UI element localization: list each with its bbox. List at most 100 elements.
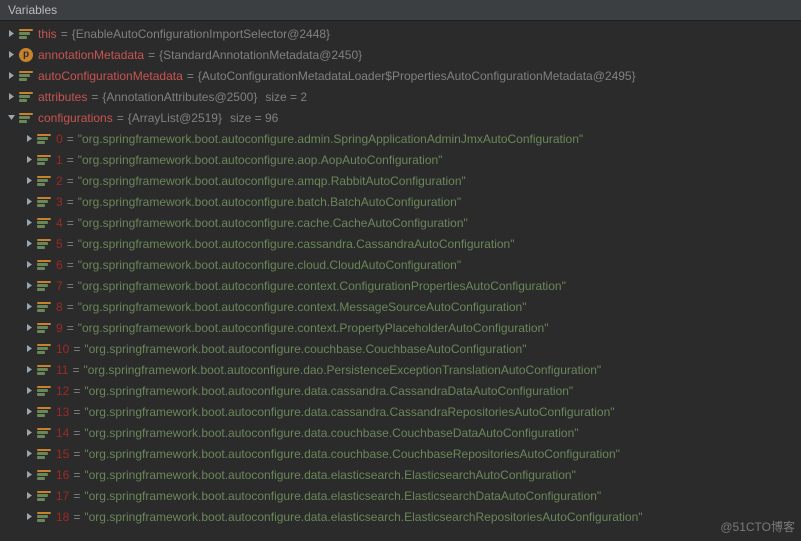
list-item[interactable]: 7="org.springframework.boot.autoconfigur…	[0, 275, 801, 296]
object-icon	[37, 302, 51, 312]
variable-name: configurations	[38, 111, 113, 125]
expand-arrow-icon[interactable]	[6, 71, 16, 81]
equals-sign: =	[73, 447, 80, 461]
expand-arrow-icon[interactable]	[24, 197, 34, 207]
item-index: 0	[56, 132, 63, 146]
variable-row[interactable]: attributes={AnnotationAttributes@2500} s…	[0, 86, 801, 107]
watermark: @51CTO博客	[720, 518, 795, 535]
variable-name: attributes	[38, 90, 87, 104]
object-icon	[37, 407, 51, 417]
equals-sign: =	[73, 405, 80, 419]
item-value: "org.springframework.boot.autoconfigure.…	[84, 384, 573, 398]
variable-value: {ArrayList@2519}	[128, 111, 222, 125]
equals-sign: =	[73, 510, 80, 524]
equals-sign: =	[187, 69, 194, 83]
variable-row[interactable]: pannotationMetadata={StandardAnnotationM…	[0, 44, 801, 65]
item-index: 16	[56, 468, 69, 482]
property-icon: p	[19, 48, 33, 62]
expand-arrow-icon[interactable]	[24, 239, 34, 249]
expand-arrow-icon[interactable]	[24, 176, 34, 186]
expand-arrow-icon[interactable]	[24, 365, 34, 375]
item-value: "org.springframework.boot.autoconfigure.…	[83, 363, 601, 377]
object-icon	[37, 386, 51, 396]
item-index: 8	[56, 300, 63, 314]
list-item[interactable]: 12="org.springframework.boot.autoconfigu…	[0, 380, 801, 401]
expand-arrow-icon[interactable]	[24, 512, 34, 522]
expand-arrow-icon[interactable]	[24, 260, 34, 270]
item-index: 18	[56, 510, 69, 524]
item-value: "org.springframework.boot.autoconfigure.…	[84, 426, 578, 440]
item-index: 3	[56, 195, 63, 209]
expand-arrow-icon[interactable]	[6, 92, 16, 102]
variable-value: {AutoConfigurationMetadataLoader$Propert…	[198, 69, 636, 83]
variable-row-configurations[interactable]: configurations={ArrayList@2519} size = 9…	[0, 107, 801, 128]
list-item[interactable]: 1="org.springframework.boot.autoconfigur…	[0, 149, 801, 170]
list-item[interactable]: 16="org.springframework.boot.autoconfigu…	[0, 464, 801, 485]
item-index: 2	[56, 174, 63, 188]
list-item[interactable]: 17="org.springframework.boot.autoconfigu…	[0, 485, 801, 506]
expand-arrow-icon[interactable]	[24, 323, 34, 333]
expand-arrow-icon[interactable]	[24, 134, 34, 144]
item-index: 11	[56, 363, 68, 377]
object-icon	[37, 512, 51, 522]
expand-arrow-icon[interactable]	[24, 218, 34, 228]
equals-sign: =	[67, 174, 74, 188]
object-icon	[37, 218, 51, 228]
variable-row[interactable]: autoConfigurationMetadata = {AutoConfigura…	[0, 65, 801, 86]
equals-sign: =	[67, 321, 74, 335]
variable-value: {EnableAutoConfigurationImportSelector@2…	[72, 27, 330, 41]
equals-sign: =	[148, 48, 155, 62]
object-icon	[37, 176, 51, 186]
object-icon	[37, 491, 51, 501]
equals-sign: =	[67, 216, 74, 230]
list-item[interactable]: 11="org.springframework.boot.autoconfigu…	[0, 359, 801, 380]
item-value: "org.springframework.boot.autoconfigure.…	[78, 153, 443, 167]
list-item[interactable]: 2="org.springframework.boot.autoconfigur…	[0, 170, 801, 191]
object-icon	[19, 71, 33, 81]
object-icon	[19, 29, 33, 39]
expand-arrow-icon[interactable]	[24, 428, 34, 438]
list-item[interactable]: 13="org.springframework.boot.autoconfigu…	[0, 401, 801, 422]
expand-arrow-icon[interactable]	[24, 386, 34, 396]
list-item[interactable]: 0="org.springframework.boot.autoconfigur…	[0, 128, 801, 149]
list-item[interactable]: 4="org.springframework.boot.autoconfigur…	[0, 212, 801, 233]
expand-arrow-icon[interactable]	[24, 155, 34, 165]
item-index: 5	[56, 237, 63, 251]
object-icon	[37, 281, 51, 291]
expand-arrow-icon[interactable]	[24, 491, 34, 501]
equals-sign: =	[67, 279, 74, 293]
expand-arrow-icon[interactable]	[24, 407, 34, 417]
list-item[interactable]: 6="org.springframework.boot.autoconfigur…	[0, 254, 801, 275]
list-item[interactable]: 3="org.springframework.boot.autoconfigur…	[0, 191, 801, 212]
item-index: 13	[56, 405, 69, 419]
list-item[interactable]: 14="org.springframework.boot.autoconfigu…	[0, 422, 801, 443]
collapse-arrow-icon[interactable]	[6, 113, 16, 123]
expand-arrow-icon[interactable]	[6, 50, 16, 60]
variable-name: autoConfigurationMetadata	[38, 69, 183, 83]
expand-arrow-icon[interactable]	[24, 470, 34, 480]
item-value: "org.springframework.boot.autoconfigure.…	[78, 321, 549, 335]
expand-arrow-icon[interactable]	[24, 449, 34, 459]
list-item[interactable]: 10="org.springframework.boot.autoconfigu…	[0, 338, 801, 359]
equals-sign: =	[61, 27, 68, 41]
equals-sign: =	[67, 237, 74, 251]
expand-arrow-icon[interactable]	[24, 344, 34, 354]
expand-arrow-icon[interactable]	[24, 302, 34, 312]
variable-row[interactable]: this={EnableAutoConfigurationImportSelec…	[0, 23, 801, 44]
list-item[interactable]: 15="org.springframework.boot.autoconfigu…	[0, 443, 801, 464]
expand-arrow-icon[interactable]	[6, 29, 16, 39]
object-icon	[37, 365, 51, 375]
list-item[interactable]: 5="org.springframework.boot.autoconfigur…	[0, 233, 801, 254]
variables-tree: this={EnableAutoConfigurationImportSelec…	[0, 21, 801, 527]
list-item[interactable]: 8="org.springframework.boot.autoconfigur…	[0, 296, 801, 317]
list-item[interactable]: 9="org.springframework.boot.autoconfigur…	[0, 317, 801, 338]
item-index: 15	[56, 447, 69, 461]
item-index: 7	[56, 279, 63, 293]
size-label: size = 2	[265, 90, 307, 104]
expand-arrow-icon[interactable]	[24, 281, 34, 291]
equals-sign: =	[73, 489, 80, 503]
object-icon	[37, 197, 51, 207]
list-item[interactable]: 18="org.springframework.boot.autoconfigu…	[0, 506, 801, 527]
item-index: 6	[56, 258, 63, 272]
equals-sign: =	[67, 195, 74, 209]
